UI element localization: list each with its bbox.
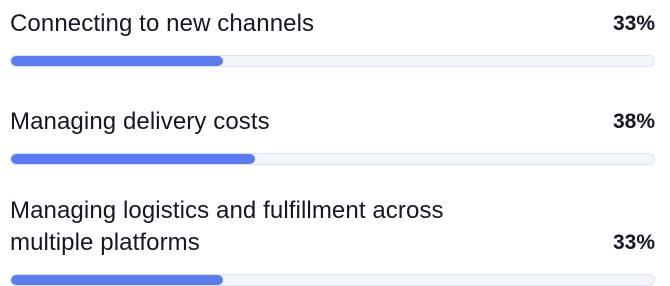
progress-bar-fill — [11, 154, 256, 164]
progress-bar-fill — [11, 56, 224, 66]
stat-label: Managing delivery costs — [10, 108, 270, 135]
stat-item-delivery-costs: Managing delivery costs 38% — [10, 100, 655, 195]
stat-percentage: 33% — [612, 231, 655, 254]
progress-bar-track — [10, 55, 655, 67]
stat-item-new-channels: Connecting to new channels 33% — [10, 0, 655, 100]
progress-bar-track — [10, 153, 655, 165]
stat-label: Managing logistics and fulfillment acros… — [10, 197, 444, 256]
stat-row: Managing delivery costs 38% — [10, 100, 655, 138]
stat-row: Connecting to new channels 33% — [10, 0, 655, 40]
stat-row: Managing logistics and fulfillment acros… — [10, 195, 655, 259]
progress-bar-track — [10, 274, 655, 286]
stat-percentage: 33% — [612, 12, 655, 35]
stat-label: Connecting to new channels — [10, 10, 315, 37]
progress-bar-fill — [11, 275, 224, 285]
challenge-stat-list: Connecting to new channels 33% Managing … — [10, 0, 655, 286]
stat-item-logistics-fulfillment: Managing logistics and fulfillment acros… — [10, 195, 655, 286]
stat-percentage: 38% — [612, 110, 655, 133]
